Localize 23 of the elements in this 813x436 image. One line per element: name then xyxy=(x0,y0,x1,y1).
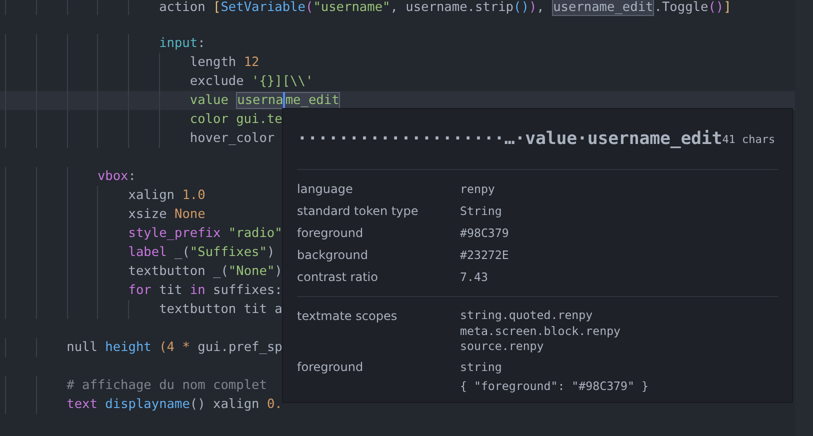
code-line: action [SetVariable("username", username.strip()), username_edit.Toggle()] xyxy=(5,0,813,15)
property-value: String xyxy=(460,203,503,219)
property-value: string.quoted.renpy xyxy=(460,307,594,322)
char-count: 41 chars xyxy=(722,132,776,146)
code-line: input: xyxy=(5,34,813,53)
property-label: foreground xyxy=(297,225,364,242)
property-value: { "foreground": "#98C379" } xyxy=(460,378,650,394)
property-label: textmate scopes xyxy=(297,308,398,325)
property-value: #23272E xyxy=(460,247,510,263)
property-value: string xyxy=(460,358,503,374)
property-value: renpy xyxy=(460,181,496,197)
code-line: length 12 xyxy=(5,53,813,72)
property-label: foreground xyxy=(297,358,364,376)
property-value: #98C379 xyxy=(460,225,510,241)
property-value: meta.screen.block.renpy xyxy=(460,322,622,338)
token-preview: ····················…·value·username_edit xyxy=(297,129,722,149)
property-label: background xyxy=(297,247,369,264)
property-value: source.renpy xyxy=(460,338,545,354)
property-label: contrast ratio xyxy=(297,269,379,286)
property-label: language xyxy=(297,181,354,198)
property-value: 7.43 xyxy=(460,269,489,285)
code-line: exclude '{}][\\' xyxy=(5,72,813,91)
property-label: standard token type xyxy=(297,203,420,220)
